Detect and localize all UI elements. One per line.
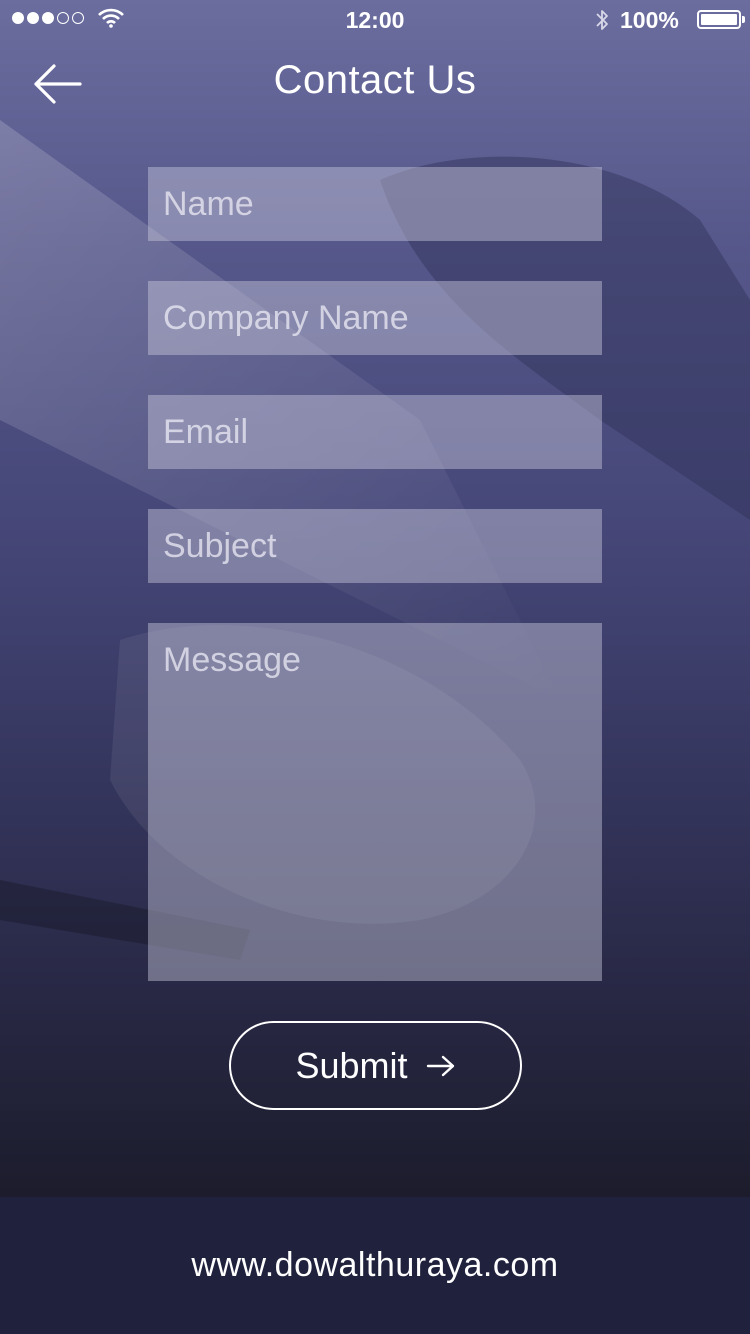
- contact-us-screen: 12:00 100% Contact Us Submit www.dowalth…: [0, 0, 750, 1334]
- name-field[interactable]: [148, 167, 602, 241]
- battery-percentage: 100%: [620, 7, 679, 33]
- email-field[interactable]: [148, 395, 602, 469]
- status-bar: 12:00 100%: [0, 0, 750, 40]
- submit-label: Submit: [295, 1044, 408, 1086]
- company-name-field[interactable]: [148, 281, 602, 355]
- subject-field[interactable]: [148, 509, 602, 583]
- message-field[interactable]: [148, 623, 602, 981]
- page-title: Contact Us: [273, 58, 477, 102]
- bluetooth-icon: [596, 10, 608, 30]
- battery-icon: [697, 10, 741, 29]
- footer: www.dowalthuraya.com: [0, 1197, 750, 1334]
- navigation-bar: Contact Us: [0, 50, 750, 116]
- website-link[interactable]: www.dowalthuraya.com: [191, 1246, 558, 1285]
- submit-button[interactable]: Submit: [229, 1021, 522, 1110]
- arrow-right-icon: [426, 1055, 454, 1076]
- battery-tip: [742, 16, 745, 23]
